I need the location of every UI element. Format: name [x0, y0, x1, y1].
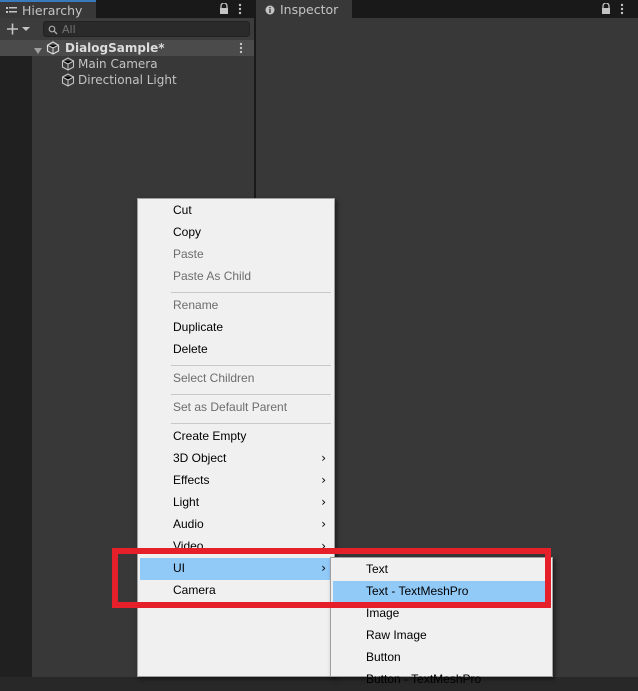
search-input[interactable] — [62, 22, 242, 36]
menu-item-label: Raw Image — [366, 628, 427, 642]
menu-item-label: Create Empty — [173, 429, 247, 443]
kebab-menu-icon[interactable] — [620, 3, 624, 15]
menu-item-label: Button - TextMeshPro — [366, 672, 482, 686]
menu-item-label: Copy — [173, 225, 202, 239]
menu-separator — [171, 292, 331, 293]
scene-name: DialogSample* — [65, 41, 165, 55]
lock-icon[interactable] — [601, 2, 611, 15]
tab-inspector[interactable]: Inspector — [256, 0, 352, 18]
menu-item-create-empty[interactable]: Create Empty — [140, 426, 332, 448]
menu-item-label: Select Children — [173, 371, 255, 385]
list-icon — [6, 5, 18, 15]
menu-item-label: Rename — [173, 298, 219, 312]
menu-separator — [171, 394, 331, 395]
menu-item-audio[interactable]: Audio › — [140, 514, 332, 536]
menu-item-delete[interactable]: Delete — [140, 339, 332, 361]
tree-item-directional-light[interactable]: Directional Light — [0, 72, 254, 88]
hierarchy-gutter — [0, 40, 32, 677]
tree-item-label: Main Camera — [78, 57, 158, 71]
unity-scene-icon — [46, 41, 60, 55]
chevron-right-icon: › — [321, 473, 326, 487]
submenu-item-button-textmeshpro[interactable]: Button - TextMeshPro — [333, 669, 550, 691]
gameobject-cube-icon — [61, 73, 75, 87]
search-field[interactable] — [43, 21, 250, 37]
add-create-button[interactable] — [5, 21, 33, 37]
menu-item-3d-object[interactable]: 3D Object › — [140, 448, 332, 470]
menu-item-label: Audio — [173, 517, 204, 531]
menu-item-effects[interactable]: Effects › — [140, 470, 332, 492]
lock-icon[interactable] — [219, 2, 229, 15]
tree-item-label: Directional Light — [78, 73, 177, 87]
info-icon — [265, 4, 275, 15]
tab-label: Inspector — [280, 2, 339, 17]
search-icon — [48, 24, 58, 35]
menu-item-select-children: Select Children — [140, 368, 332, 390]
menu-item-paste: Paste — [140, 244, 332, 266]
scene-row[interactable]: DialogSample* — [0, 40, 254, 56]
submenu-item-button[interactable]: Button — [333, 647, 550, 669]
menu-item-label: Delete — [173, 342, 208, 356]
expand-arrow-icon[interactable] — [34, 44, 42, 54]
menu-item-label: Image — [366, 606, 400, 620]
menu-separator — [171, 365, 331, 366]
menu-item-rename: Rename — [140, 295, 332, 317]
chevron-right-icon: › — [321, 451, 326, 465]
menu-item-label: Effects — [173, 473, 210, 487]
menu-item-copy[interactable]: Copy — [140, 222, 332, 244]
menu-item-label: Button — [366, 650, 401, 664]
scene-kebab-icon[interactable] — [239, 42, 243, 54]
tab-label: Hierarchy — [22, 3, 83, 18]
menu-separator — [171, 423, 331, 424]
menu-item-duplicate[interactable]: Duplicate — [140, 317, 332, 339]
menu-item-label: Duplicate — [173, 320, 224, 334]
menu-item-label: Light — [173, 495, 200, 509]
submenu-item-raw-image[interactable]: Raw Image — [333, 625, 550, 647]
menu-item-label: Paste As Child — [173, 269, 252, 283]
menu-item-label: 3D Object — [173, 451, 227, 465]
gameobject-cube-icon — [61, 57, 75, 71]
chevron-right-icon: › — [321, 517, 326, 531]
kebab-menu-icon[interactable] — [238, 3, 242, 15]
tree-item-main-camera[interactable]: Main Camera — [0, 56, 254, 72]
annotation-highlight-box — [112, 548, 551, 608]
menu-item-set-default-parent: Set as Default Parent — [140, 397, 332, 419]
chevron-right-icon: › — [321, 495, 326, 509]
tab-hierarchy[interactable]: Hierarchy — [0, 0, 96, 18]
menu-item-paste-as-child: Paste As Child — [140, 266, 332, 288]
menu-item-label: Paste — [173, 247, 204, 261]
menu-item-label: Set as Default Parent — [173, 400, 288, 414]
menu-item-cut[interactable]: Cut — [140, 200, 332, 222]
menu-item-label: Cut — [173, 203, 192, 217]
menu-item-light[interactable]: Light › — [140, 492, 332, 514]
